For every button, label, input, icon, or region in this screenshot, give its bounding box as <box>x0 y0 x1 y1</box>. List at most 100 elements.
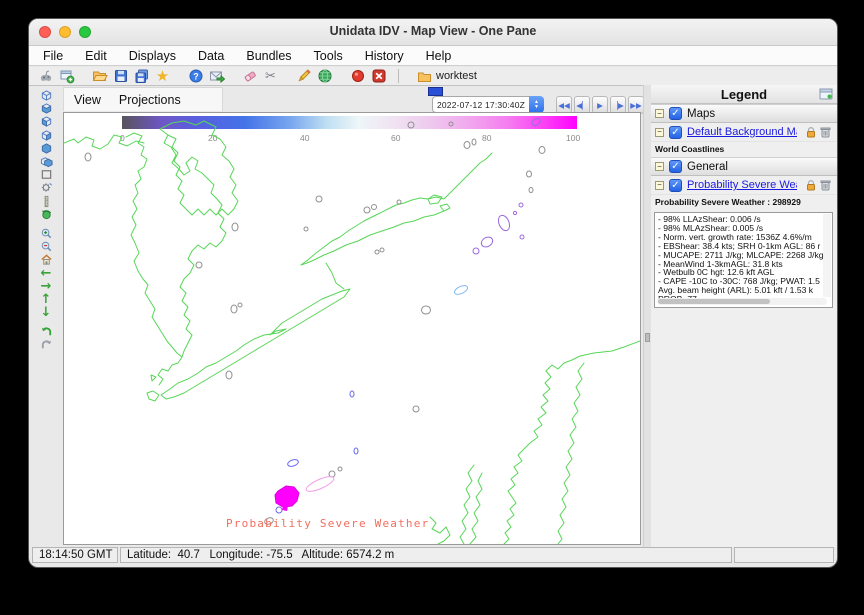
legend-group-general-label: General <box>687 161 728 173</box>
view-cube-bottom-icon[interactable] <box>38 102 54 115</box>
map-canvas[interactable]: 0 20 40 60 80 100 <box>63 112 641 545</box>
main-toolbar: ★ ? ✂ worktest <box>29 67 837 86</box>
save-favorite-icon[interactable] <box>133 68 150 85</box>
probability-visibility-checkbox[interactable]: ✓ <box>669 179 682 192</box>
world-coastlines-label: World Coastlines <box>651 142 837 157</box>
menu-history[interactable]: History <box>365 49 404 63</box>
menu-tools[interactable]: Tools <box>314 49 343 63</box>
redo-icon[interactable] <box>38 338 54 351</box>
animation-time-value[interactable]: 2022-07-12 17:30:40Z <box>432 96 529 113</box>
colorbar-tick-100: 100 <box>566 133 580 143</box>
lock-icon[interactable] <box>805 126 817 138</box>
support-request-icon[interactable] <box>208 68 225 85</box>
view-cube-left-icon[interactable] <box>38 115 54 128</box>
coastlines <box>64 121 640 544</box>
collapse-icon[interactable]: − <box>655 109 664 118</box>
legend-group-general[interactable]: − ✓ General <box>651 157 837 176</box>
pan-right-icon[interactable]: → <box>38 280 54 293</box>
window-title: Unidata IDV - Map View - One Pane <box>29 24 837 38</box>
exit-icon[interactable] <box>370 68 387 85</box>
view-toolbar: ← → ↑ ↓ <box>32 87 60 547</box>
collapse-icon[interactable]: − <box>655 181 664 190</box>
view-menu[interactable]: View <box>74 93 101 107</box>
new-window-icon[interactable] <box>58 68 75 85</box>
legend-group-maps-label: Maps <box>687 108 715 120</box>
folder-icon <box>418 71 431 82</box>
view-cube-top-icon[interactable] <box>38 89 54 102</box>
pan-down-icon[interactable]: ↓ <box>38 306 54 319</box>
legend-group-maps[interactable]: − ✓ Maps <box>651 104 837 123</box>
menu-displays[interactable]: Displays <box>129 49 176 63</box>
auto-rotate-icon[interactable] <box>38 208 54 221</box>
legend-item-default-background-maps[interactable]: − ✓ Default Background Maps <box>651 123 837 142</box>
time-spinner[interactable]: ▲▼ <box>529 96 544 113</box>
lock-icon[interactable] <box>805 179 817 191</box>
record-image-icon[interactable] <box>349 68 366 85</box>
menu-bundles[interactable]: Bundles <box>246 49 291 63</box>
workspace-tab-label: worktest <box>436 70 477 82</box>
collapse-icon[interactable]: − <box>655 128 664 137</box>
view-2d-icon[interactable] <box>38 168 54 181</box>
view-cube-front-icon[interactable] <box>38 142 54 155</box>
open-bundle-icon[interactable] <box>91 68 108 85</box>
pan-up-icon[interactable]: ↑ <box>38 293 54 306</box>
trash-icon[interactable] <box>820 179 831 191</box>
float-legend-icon[interactable] <box>819 88 833 100</box>
probability-overlay-label: Probability Severe Weather <box>226 517 429 530</box>
trash-icon[interactable] <box>820 126 831 138</box>
menu-help[interactable]: Help <box>426 49 452 63</box>
general-visibility-checkbox[interactable]: ✓ <box>669 160 682 173</box>
eraser-icon[interactable] <box>241 68 258 85</box>
title-bar: Unidata IDV - Map View - One Pane <box>29 19 837 46</box>
zoom-in-icon[interactable] <box>38 227 54 240</box>
undo-icon[interactable] <box>38 325 54 338</box>
maps-visibility-checkbox[interactable]: ✓ <box>669 107 682 120</box>
view-cube-right-icon[interactable] <box>38 129 54 142</box>
clock-readout: 18:14:50 GMT <box>32 547 118 563</box>
progress-indicator <box>428 87 443 96</box>
data-chooser-icon[interactable] <box>37 68 54 85</box>
colorbar-tick-60: 60 <box>391 133 401 143</box>
home-view-icon[interactable] <box>38 253 54 266</box>
scrollbar-thumb[interactable] <box>658 299 770 304</box>
workspace-tab[interactable]: worktest <box>410 69 485 83</box>
legend-item-probability-severe-weather[interactable]: − ✓ Probability Severe Weat... <box>651 176 837 195</box>
details-vertical-scrollbar[interactable] <box>823 214 831 297</box>
zoom-out-icon[interactable] <box>38 240 54 253</box>
view-cube-back-icon[interactable] <box>38 155 54 168</box>
cursor-position-readout: Latitude: 40.7 Longitude: -75.5 Altitude… <box>120 547 732 563</box>
spinner-down-icon: ▼ <box>534 105 539 110</box>
favorites-star-icon[interactable]: ★ <box>154 68 171 85</box>
menu-data[interactable]: Data <box>198 49 224 63</box>
map-view-menubar: View Projections <box>63 87 223 111</box>
probability-severe-weather-link[interactable]: Probability Severe Weat... <box>687 179 797 191</box>
help-icon[interactable]: ? <box>187 68 204 85</box>
svg-text:?: ? <box>193 71 199 81</box>
vertical-scale-ruler-icon[interactable] <box>38 195 54 208</box>
menu-bar: File Edit Displays Data Bundles Tools Hi… <box>29 46 837 66</box>
splitter-handle[interactable] <box>645 333 650 342</box>
cut-icon[interactable]: ✂ <box>262 68 279 85</box>
storm-cell-outlines <box>85 117 545 525</box>
pan-left-icon[interactable]: ← <box>38 266 54 279</box>
colorbar-tick-40: 40 <box>300 133 310 143</box>
colorbar-tick-80: 80 <box>482 133 492 143</box>
menu-edit[interactable]: Edit <box>85 49 107 63</box>
status-bar: 18:14:50 GMT Latitude: 40.7 Longitude: -… <box>29 547 837 565</box>
app-window: Unidata IDV - Map View - One Pane File E… <box>28 18 838 568</box>
default-background-maps-link[interactable]: Default Background Maps <box>687 126 797 138</box>
projection-gear-icon[interactable] <box>38 181 54 194</box>
collapse-icon[interactable]: − <box>655 162 664 171</box>
projections-menu[interactable]: Projections <box>119 93 181 107</box>
legend-title: Legend <box>721 87 767 102</box>
animation-time-widget: 2022-07-12 17:30:40Z ▲▼ <box>432 96 544 113</box>
save-bundle-icon[interactable] <box>112 68 129 85</box>
edit-formulas-icon[interactable] <box>295 68 312 85</box>
globe-icon[interactable] <box>316 68 333 85</box>
details-horizontal-scrollbar[interactable] <box>657 298 827 305</box>
default-maps-visibility-checkbox[interactable]: ✓ <box>669 126 682 139</box>
probability-severe-weather-sublabel: Probability Severe Weather : 298929 <box>651 195 837 210</box>
menu-file[interactable]: File <box>43 49 63 63</box>
display-details-text[interactable]: - 98% LLAzShear: 0.006 /s - 98% MLAzShea… <box>654 212 833 308</box>
colorbar-tick-0: 0 <box>120 133 125 143</box>
